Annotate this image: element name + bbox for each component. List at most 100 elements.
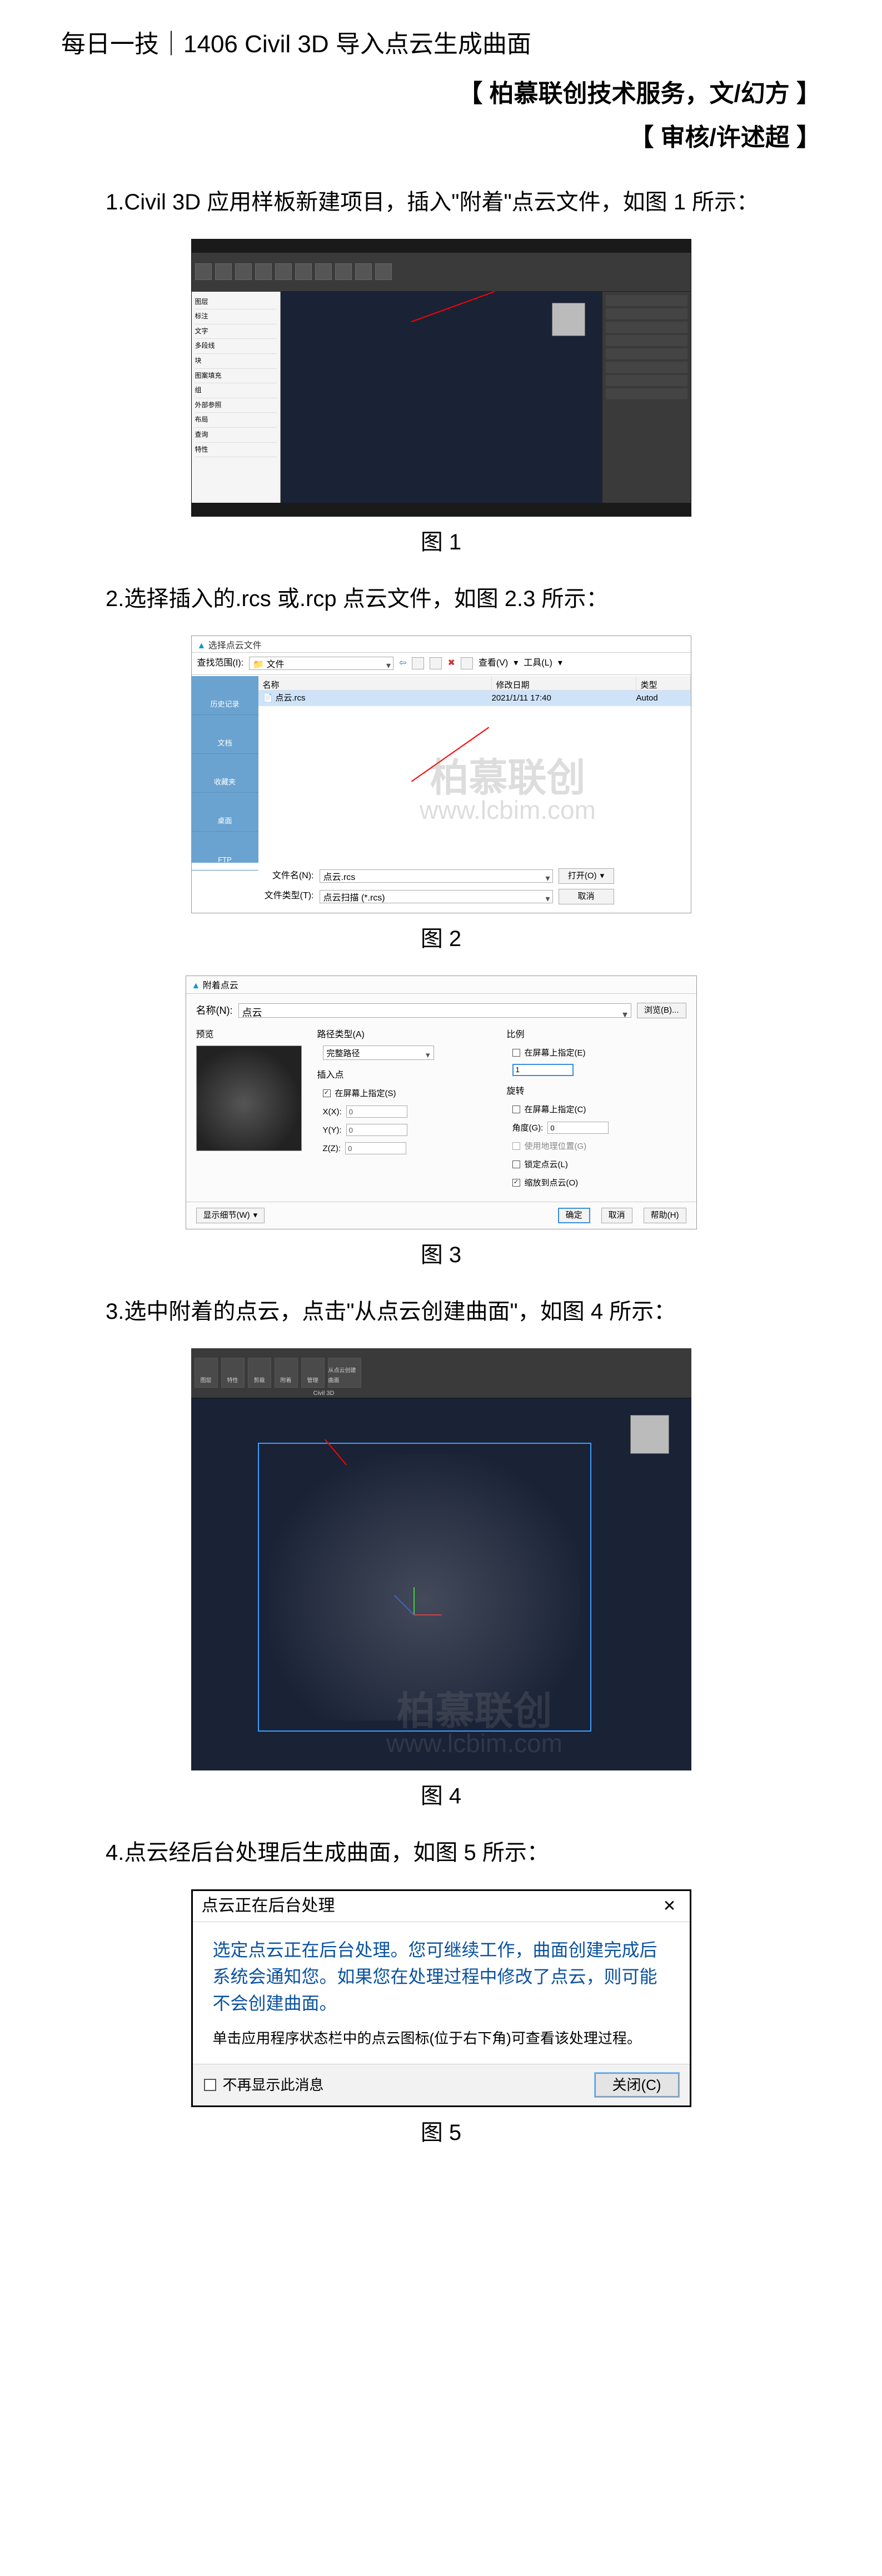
property-row[interactable]: [606, 295, 687, 306]
ribbon-panel-label: Civil 3D: [313, 1388, 335, 1399]
file-list[interactable]: 名称 修改日期 类型 📄 点云.rcs 2021/1/11 17:40 Auto…: [258, 676, 691, 863]
property-row[interactable]: [606, 348, 687, 359]
property-row[interactable]: [606, 388, 687, 399]
file-row[interactable]: 📄 点云.rcs 2021/1/11 17:40 Autod: [258, 691, 691, 706]
tree-item[interactable]: 组: [195, 383, 277, 398]
views-button[interactable]: [461, 657, 473, 669]
property-row[interactable]: [606, 375, 687, 386]
preview-label: 预览: [196, 1027, 307, 1043]
tree-item[interactable]: 文字: [195, 324, 277, 339]
col-date[interactable]: 修改日期: [492, 676, 636, 690]
show-detail-button[interactable]: 显示细节(W)▾: [196, 1208, 265, 1223]
close-icon[interactable]: ✕: [659, 1895, 681, 1917]
cancel-button[interactable]: 取消: [601, 1208, 632, 1223]
noremind-label: 不再显示此消息: [223, 2072, 324, 2098]
place-desktop[interactable]: 桌面: [192, 793, 258, 832]
scale-label: 比例: [507, 1027, 686, 1043]
filename-combo[interactable]: 点云.rcs: [320, 869, 553, 883]
ribbon-button[interactable]: 图层: [195, 1358, 218, 1388]
property-row[interactable]: [606, 335, 687, 346]
scale-field[interactable]: [512, 1064, 574, 1076]
place-favorites[interactable]: 收藏夹: [192, 754, 258, 793]
ribbon-button[interactable]: [315, 263, 332, 280]
pathtype-combo[interactable]: 完整路径: [323, 1046, 434, 1060]
new-folder-button[interactable]: [430, 657, 442, 669]
properties-panel[interactable]: [602, 292, 691, 503]
autodesk-logo-icon: ▲: [197, 641, 206, 651]
rotate-onscreen-checkbox[interactable]: [512, 1106, 520, 1113]
browse-button[interactable]: 浏览(B)...: [637, 1003, 686, 1018]
tree-item[interactable]: 块: [195, 354, 277, 369]
ribbon-button[interactable]: [375, 263, 392, 280]
figure-2-file-dialog: ▲ 选择点云文件 查找范围(I): 📁 文件 ⇦ ✖ 查看(V)▾ 工具(L)▾…: [191, 636, 691, 913]
onscreen-checkbox[interactable]: ✓: [323, 1089, 331, 1097]
scale-onscreen-checkbox[interactable]: [512, 1049, 520, 1057]
ok-button[interactable]: 确定: [558, 1208, 590, 1223]
up-folder-button[interactable]: [412, 657, 424, 669]
ribbon-button[interactable]: [295, 263, 312, 280]
place-documents[interactable]: 文档: [192, 715, 258, 754]
tree-item[interactable]: 外部参照: [195, 398, 277, 413]
ribbon-button[interactable]: 剪裁: [248, 1358, 271, 1388]
drawing-canvas[interactable]: [281, 292, 602, 503]
zoom-checkbox[interactable]: ✓: [512, 1179, 520, 1187]
col-type[interactable]: 类型: [636, 676, 691, 690]
lookin-combo[interactable]: 📁 文件: [249, 657, 393, 670]
property-row[interactable]: [606, 308, 687, 319]
tree-item[interactable]: 图案填充: [195, 369, 277, 384]
ribbon-button[interactable]: 附着: [275, 1358, 298, 1388]
tree-item[interactable]: 布局: [195, 413, 277, 428]
open-button[interactable]: 打开(O)▾: [559, 868, 614, 884]
figure-5-message-box: 点云正在后台处理 ✕ 选定点云正在后台处理。您可继续工作，曲面创建完成后系统会通…: [191, 1889, 691, 2108]
ribbon-button[interactable]: [215, 263, 232, 280]
caption-3: 图 3: [61, 1235, 821, 1275]
folder-icon: 📁: [253, 660, 264, 669]
dialog-title: ▲ 附着点云: [186, 976, 696, 994]
ribbon-button[interactable]: [195, 263, 212, 280]
place-history[interactable]: 历史记录: [192, 676, 258, 715]
ribbon-button[interactable]: [235, 263, 252, 280]
tree-item[interactable]: 标注: [195, 309, 277, 324]
autodesk-logo-icon: ▲: [192, 981, 201, 991]
tools-menu[interactable]: 工具(L): [524, 656, 552, 672]
viewcube-icon[interactable]: [552, 303, 585, 336]
annotation-arrow-icon: [411, 727, 489, 782]
figure-4-pointcloud-view: 图层 特性 剪裁 附着 管理 从点云创建曲面 Civil 3D 柏慕联创 www…: [191, 1348, 691, 1770]
name-combo[interactable]: 点云: [238, 1003, 632, 1018]
axis-gizmo-icon[interactable]: [413, 1587, 458, 1632]
tree-item[interactable]: 图层: [195, 295, 277, 310]
tree-item[interactable]: 查询: [195, 428, 277, 443]
ribbon-button[interactable]: [275, 263, 292, 280]
filetype-combo[interactable]: 点云扫描 (*.rcs): [320, 890, 553, 903]
noremind-checkbox[interactable]: [204, 2079, 216, 2091]
property-row[interactable]: [606, 362, 687, 373]
drawing-canvas[interactable]: 柏慕联创 www.lcbim.com: [191, 1398, 691, 1770]
close-button[interactable]: 关闭(C): [595, 2073, 679, 2097]
tree-item[interactable]: 多段线: [195, 339, 277, 354]
place-ftp[interactable]: FTP: [192, 832, 258, 871]
ribbon-button[interactable]: 管理: [301, 1358, 325, 1388]
viewcube-icon[interactable]: [630, 1415, 669, 1454]
z-field: [345, 1142, 406, 1154]
toolspace-panel[interactable]: 图层 标注 文字 多段线 块 图案填充 组 外部参照 布局 查询 特性: [192, 292, 281, 503]
ribbon-button[interactable]: [255, 263, 272, 280]
tree-item[interactable]: 特性: [195, 443, 277, 458]
window-titlebar: [192, 239, 691, 253]
views-menu[interactable]: 查看(V): [479, 656, 508, 672]
dialog-title: ▲ 选择点云文件: [192, 636, 691, 653]
figure-1-civil3d-ui: 图层 标注 文字 多段线 块 图案填充 组 外部参照 布局 查询 特性: [191, 239, 691, 517]
back-icon[interactable]: ⇦: [399, 656, 406, 672]
property-row[interactable]: [606, 322, 687, 333]
ribbon-button[interactable]: 特性: [221, 1358, 245, 1388]
cancel-button[interactable]: 取消: [559, 889, 614, 904]
ribbon-button[interactable]: [355, 263, 372, 280]
ribbon-button[interactable]: [335, 263, 352, 280]
file-list-header: 名称 修改日期 类型: [258, 676, 691, 691]
col-name[interactable]: 名称: [258, 676, 492, 690]
zoom-label: 缩放到点云(O): [525, 1176, 579, 1191]
help-button[interactable]: 帮助(H): [644, 1208, 686, 1223]
create-surface-from-pc-button[interactable]: 从点云创建曲面: [328, 1358, 361, 1388]
angle-field[interactable]: [547, 1122, 609, 1134]
delete-icon[interactable]: ✖: [447, 656, 455, 672]
lock-checkbox[interactable]: [512, 1161, 520, 1168]
